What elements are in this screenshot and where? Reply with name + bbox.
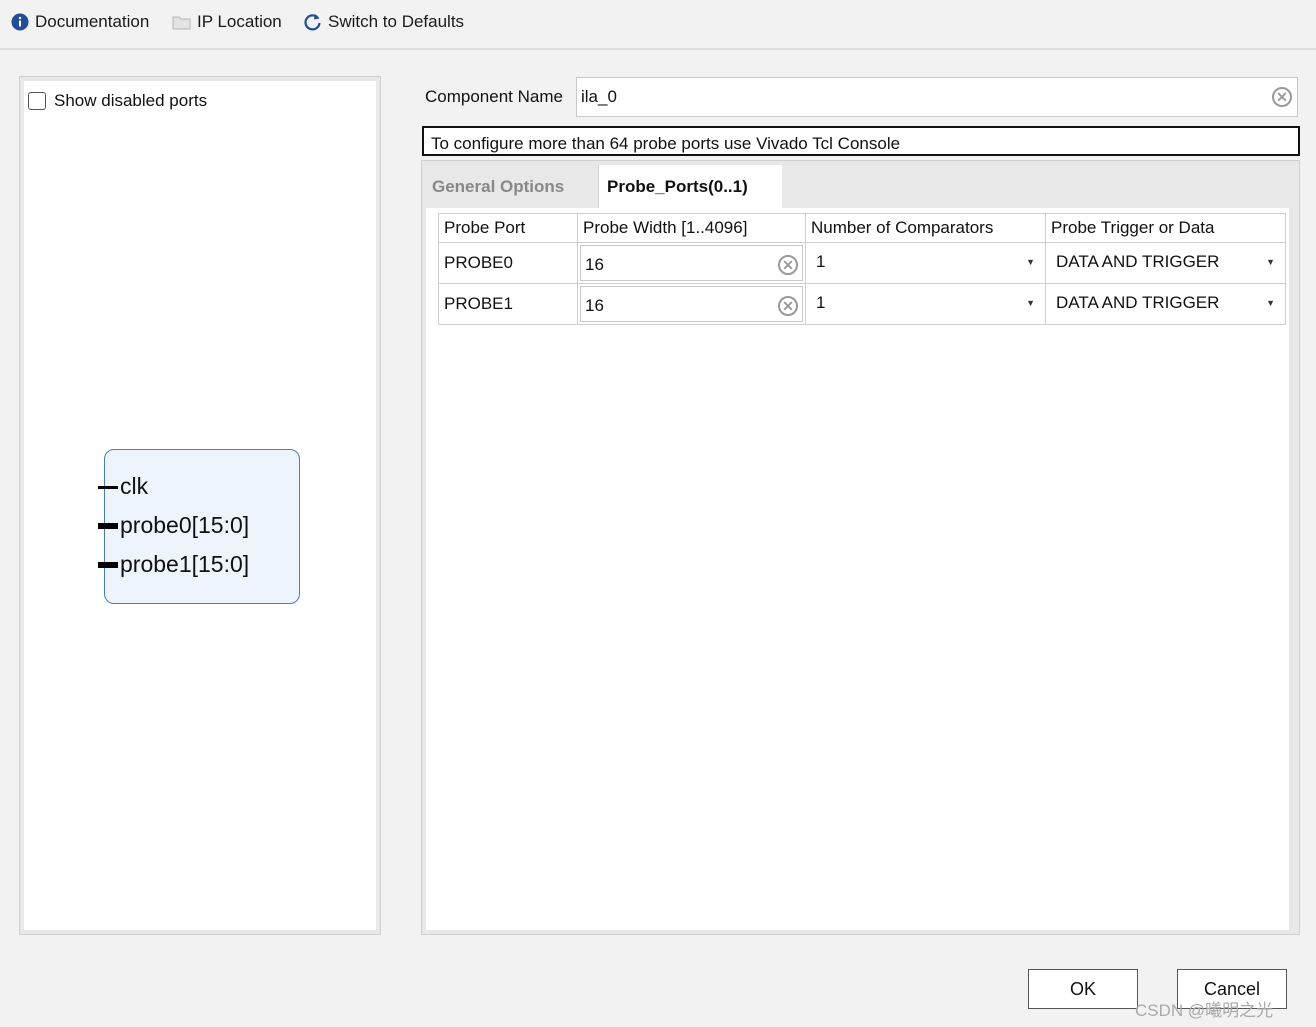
trigger-cell[interactable]: DATA AND TRIGGER ▼	[1045, 283, 1286, 325]
port-label: probe1[15:0]	[120, 551, 250, 577]
comparators-value: 1	[816, 293, 826, 312]
ok-button[interactable]: OK	[1028, 969, 1138, 1009]
clear-icon[interactable]: ✕	[778, 296, 798, 316]
info-message: To configure more than 64 probe ports us…	[422, 126, 1300, 156]
table-header-row: Probe Port Probe Width [1..4096] Number …	[438, 213, 1286, 243]
show-disabled-ports-checkbox[interactable]: Show disabled ports	[28, 91, 207, 111]
switch-to-defaults-button[interactable]: Switch to Defaults	[303, 10, 464, 34]
comparators-cell[interactable]: 1 ▼	[805, 242, 1046, 284]
table-row: PROBE1 16 ✕ 1 ▼ DATA AND TRIGGER ▼	[438, 283, 1286, 325]
trigger-dropdown[interactable]: DATA AND TRIGGER ▼	[1056, 252, 1275, 272]
column-header: Probe Trigger or Data	[1045, 213, 1286, 243]
watermark: CSDN @曦明之光	[1135, 1001, 1274, 1020]
component-name-field[interactable]: ila_0 ✕	[576, 77, 1298, 117]
tab-label: Probe_Ports(0..1)	[607, 176, 748, 196]
probe-width-cell: 16 ✕	[577, 242, 806, 284]
info-message-text: To configure more than 64 probe ports us…	[431, 134, 901, 153]
column-header: Probe Port	[438, 213, 578, 243]
probe-port-cell: PROBE0	[438, 242, 578, 284]
probe-width-value: 16	[585, 296, 604, 315]
symbol-panel: Show disabled ports clk probe0[15:0] pro…	[19, 76, 381, 935]
probe-width-cell: 16 ✕	[577, 283, 806, 325]
port-label: clk	[120, 473, 149, 499]
clear-icon[interactable]: ✕	[778, 255, 798, 275]
column-header: Probe Width [1..4096]	[577, 213, 806, 243]
probe-width-input[interactable]: 16 ✕	[580, 286, 803, 322]
trigger-value: DATA AND TRIGGER	[1056, 293, 1220, 312]
ip-location-label: IP Location	[197, 12, 282, 31]
comparators-value: 1	[816, 252, 826, 271]
ok-label: OK	[1069, 978, 1096, 999]
probe-width-input[interactable]: 16 ✕	[580, 245, 803, 281]
info-icon	[11, 13, 29, 31]
probe-port-cell: PROBE1	[438, 283, 578, 325]
comparators-dropdown[interactable]: 1 ▼	[816, 293, 1035, 313]
documentation-label: Documentation	[35, 12, 150, 31]
toolbar: Documentation IP Location Switch to Defa…	[0, 0, 1316, 50]
probe-ports-content: Probe Port Probe Width [1..4096] Number …	[426, 208, 1289, 930]
folder-icon	[172, 14, 191, 30]
refresh-icon	[303, 13, 322, 32]
comparators-dropdown[interactable]: 1 ▼	[816, 252, 1035, 272]
probe-width-value: 16	[585, 255, 604, 274]
chevron-down-icon: ▼	[1266, 298, 1275, 308]
ip-location-button[interactable]: IP Location	[172, 10, 282, 34]
port-pin	[98, 523, 118, 529]
tab-label: General Options	[432, 176, 565, 196]
port-probe1: probe1[15:0]	[98, 551, 250, 578]
port-pin	[98, 486, 118, 489]
clear-icon[interactable]: ✕	[1272, 87, 1292, 107]
port-label: probe0[15:0]	[120, 512, 250, 538]
ip-symbol-block: clk probe0[15:0] probe1[15:0]	[98, 449, 300, 604]
checkbox-box[interactable]	[28, 92, 46, 110]
documentation-button[interactable]: Documentation	[11, 10, 149, 34]
probe-port-name: PROBE1	[444, 294, 513, 313]
chevron-down-icon: ▼	[1026, 298, 1035, 308]
comparators-cell[interactable]: 1 ▼	[805, 283, 1046, 325]
port-pin	[98, 562, 118, 568]
show-disabled-ports-label: Show disabled ports	[54, 91, 208, 110]
column-header: Number of Comparators	[805, 213, 1046, 243]
probe-port-name: PROBE0	[444, 253, 513, 272]
component-name-value: ila_0	[581, 87, 617, 106]
chevron-down-icon: ▼	[1026, 257, 1035, 267]
symbol-canvas: Show disabled ports clk probe0[15:0] pro…	[24, 81, 376, 930]
tab-panel: General Options Probe_Ports(0..1) Probe …	[421, 160, 1300, 935]
port-probe0: probe0[15:0]	[98, 512, 250, 539]
tab-general-options[interactable]: General Options	[432, 165, 564, 208]
table-row: PROBE0 16 ✕ 1 ▼ DATA AND TRIGGER ▼	[438, 242, 1286, 284]
trigger-dropdown[interactable]: DATA AND TRIGGER ▼	[1056, 293, 1275, 313]
probe-ports-table: Probe Port Probe Width [1..4096] Number …	[438, 213, 1286, 325]
chevron-down-icon: ▼	[1266, 257, 1275, 267]
switch-to-defaults-label: Switch to Defaults	[328, 12, 465, 31]
trigger-value: DATA AND TRIGGER	[1056, 252, 1220, 271]
component-name-label: Component Name	[425, 87, 563, 106]
tab-probe-ports[interactable]: Probe_Ports(0..1)	[598, 165, 782, 208]
trigger-cell[interactable]: DATA AND TRIGGER ▼	[1045, 242, 1286, 284]
port-clk: clk	[98, 473, 149, 500]
